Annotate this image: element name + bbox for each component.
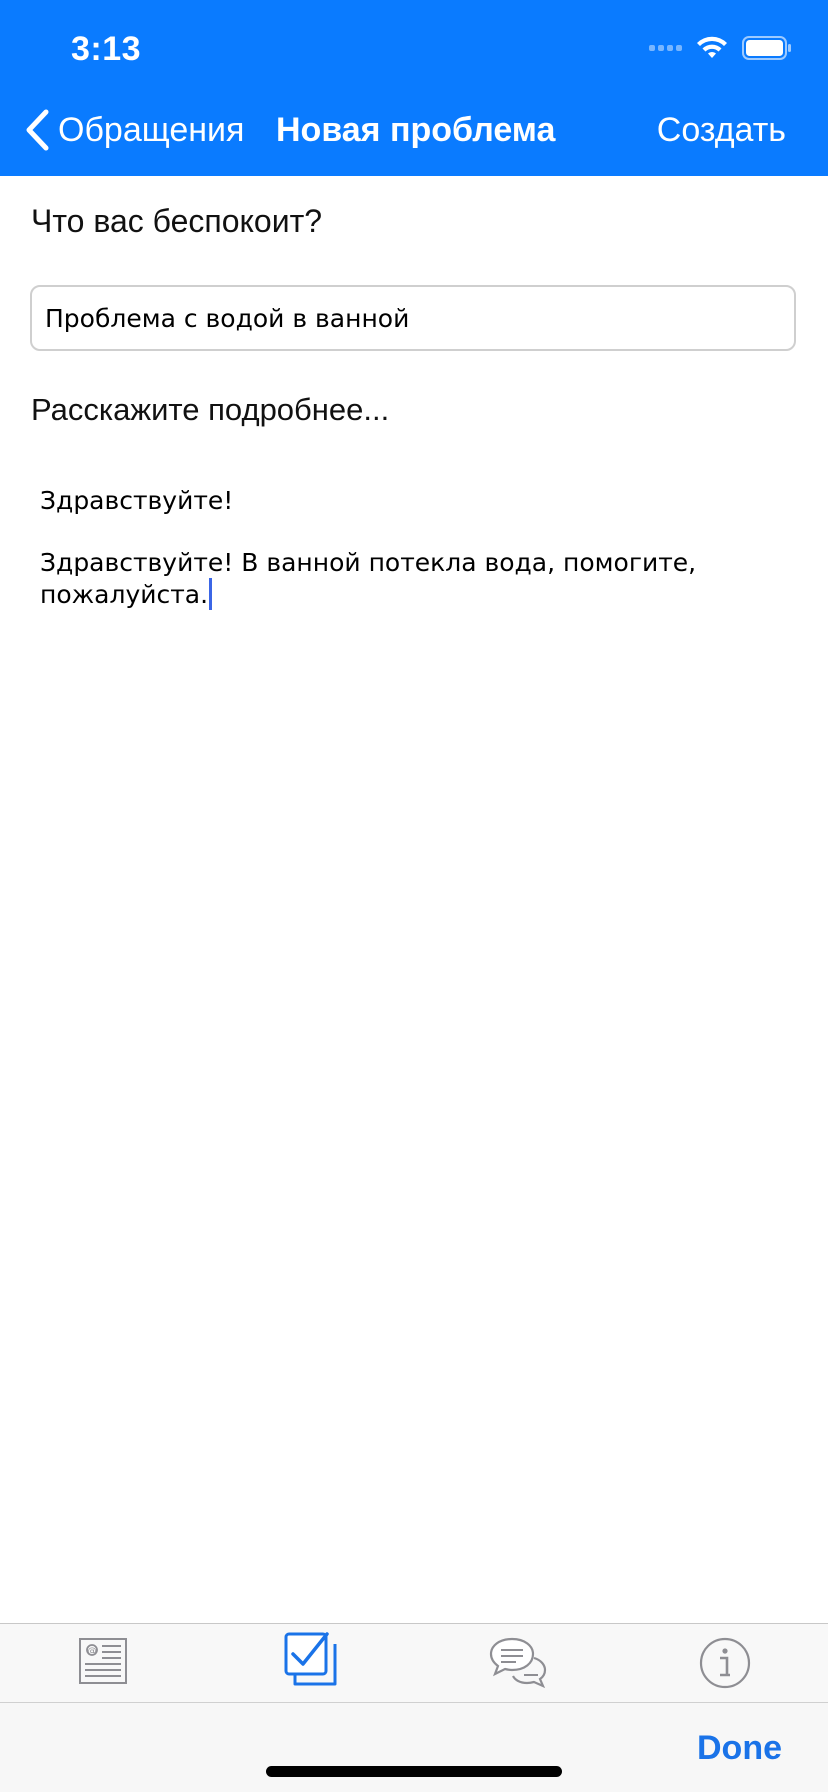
details-line-last: пожалуйста.	[40, 578, 780, 610]
subject-input[interactable]	[30, 285, 796, 351]
status-time: 3:13	[71, 30, 142, 68]
chat-bubbles-icon	[489, 1637, 547, 1689]
tab-newsletter[interactable]: @	[78, 1636, 128, 1686]
details-line: Здравствуйте! В ванной потекла вода, пом…	[40, 548, 697, 577]
battery-icon	[742, 36, 792, 60]
page-title: Новая проблема	[276, 111, 556, 149]
status-indicators	[649, 36, 792, 60]
back-button-label: Обращения	[58, 110, 245, 149]
tab-bar: @	[0, 1623, 828, 1703]
header-bar: 3:13 Обращения Новая проблема Создать	[0, 0, 828, 176]
svg-text:@: @	[88, 1647, 97, 1657]
checkbox-icon	[284, 1632, 337, 1686]
details-line-text: пожалуйста.	[40, 580, 209, 609]
newsletter-icon: @	[79, 1638, 127, 1684]
details-line: Здравствуйте!	[40, 486, 234, 515]
chevron-left-icon	[26, 109, 49, 151]
subject-label: Что вас беспокоит?	[31, 203, 323, 239]
tab-requests[interactable]	[283, 1630, 339, 1688]
tab-chat[interactable]	[488, 1636, 548, 1690]
done-button[interactable]: Done	[697, 1729, 782, 1768]
details-line-blank	[40, 516, 780, 547]
cellular-signal-icon	[649, 45, 682, 51]
details-textarea[interactable]: Здравствуйте! Здравствуйте! В ванной пот…	[40, 485, 780, 610]
text-cursor	[209, 578, 213, 610]
back-button[interactable]: Обращения	[22, 108, 244, 152]
details-label: Расскажите подробнее...	[31, 392, 390, 427]
info-icon	[699, 1637, 751, 1689]
create-button[interactable]: Создать	[657, 111, 786, 150]
wifi-icon	[696, 36, 728, 60]
keyboard-accessory-bar: Done	[0, 1702, 828, 1792]
home-indicator	[266, 1766, 562, 1777]
tab-info[interactable]	[699, 1637, 751, 1689]
